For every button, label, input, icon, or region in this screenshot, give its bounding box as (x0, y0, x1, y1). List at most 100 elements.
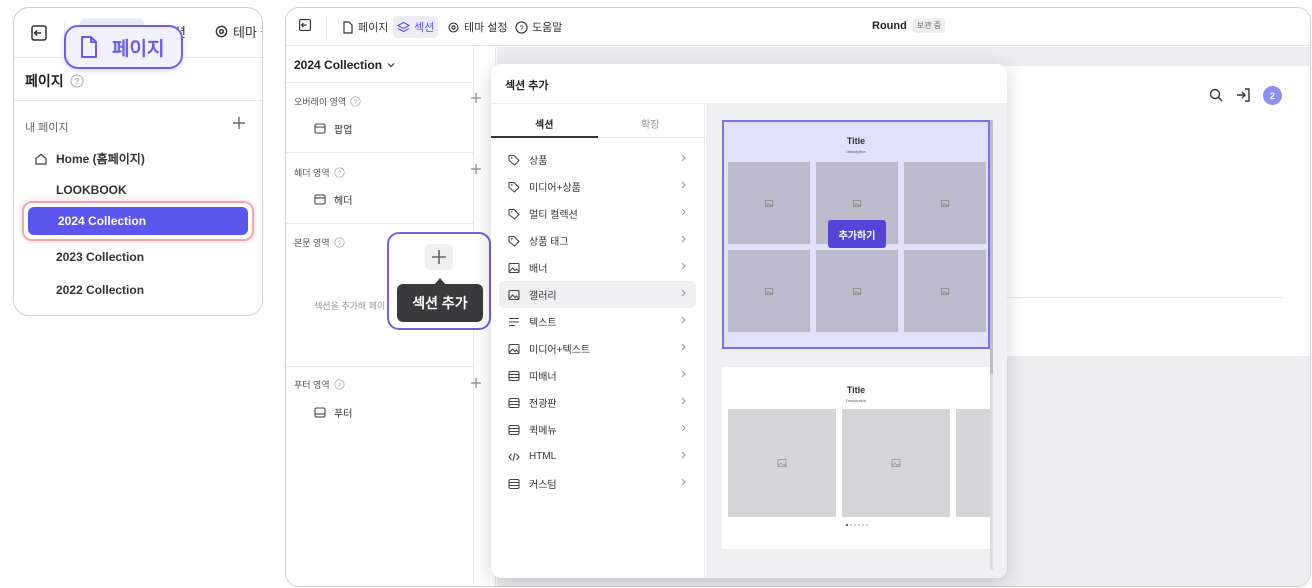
section-type-item[interactable]: 갤러리 (499, 281, 696, 308)
section-type-label: 커스텀 (529, 480, 557, 491)
section-item-header[interactable]: 헤더 (314, 192, 352, 207)
section-item-footer[interactable]: 푸터 (314, 405, 352, 420)
active-tab-indicator (491, 136, 598, 138)
page-item-2023-collection[interactable]: 2023 Collection (56, 250, 144, 264)
image-icon (508, 262, 520, 274)
help-icon[interactable]: ? (350, 96, 361, 107)
layout-icon (508, 370, 520, 382)
collection-select[interactable]: 2024 Collection (294, 58, 395, 72)
exit-icon[interactable] (298, 18, 312, 32)
add-page-icon[interactable] (232, 116, 246, 130)
divider (1006, 297, 1283, 298)
image-icon (853, 287, 861, 295)
section-type-item[interactable]: 띠배너 (499, 362, 696, 389)
preview-title: Title (846, 136, 866, 146)
tab-section[interactable]: 섹션 (535, 116, 553, 131)
chevron-right-icon (681, 262, 686, 270)
help-icon[interactable]: ? (334, 379, 345, 390)
area-body-label: 본문 영역 ? (294, 236, 345, 249)
svg-text:?: ? (519, 23, 523, 32)
section-type-item[interactable]: 전광판 (499, 389, 696, 416)
tab-pages[interactable]: 페이지 (338, 16, 392, 38)
section-type-item[interactable]: 텍스트 (499, 308, 696, 335)
section-type-item[interactable]: HTML (499, 443, 696, 470)
chevron-right-icon (681, 208, 686, 216)
image-icon (765, 199, 773, 207)
login-icon[interactable] (1236, 88, 1251, 102)
section-type-label: 갤러리 (529, 291, 557, 302)
section-item-popup[interactable]: 팝업 (314, 121, 352, 136)
layout-icon (314, 407, 326, 418)
svg-text:?: ? (74, 77, 79, 86)
page-item-2022-collection[interactable]: 2022 Collection (56, 283, 144, 297)
search-icon[interactable] (1209, 88, 1223, 102)
text-icon (508, 316, 520, 328)
section-type-label: HTML (529, 451, 557, 462)
status-badge: 보관 중 (912, 18, 946, 33)
home-icon (34, 152, 48, 166)
section-type-label: 띠배너 (529, 372, 557, 383)
page-item-lookbook[interactable]: LOOKBOOK (56, 183, 127, 197)
page-title: 페이지 ? (25, 71, 84, 91)
modal-title: 섹션 추가 (505, 80, 549, 92)
image-placeholder (728, 409, 836, 517)
section-type-label: 미디어+상품 (529, 183, 581, 194)
tab-section[interactable]: 섹션 (393, 16, 439, 38)
add-footer-icon[interactable] (471, 378, 481, 388)
chevron-right-icon (681, 343, 686, 351)
tag-icon (508, 208, 520, 220)
section-type-item[interactable]: 미디어+상품 (499, 173, 696, 200)
divider (326, 16, 327, 38)
plus-icon (431, 249, 447, 265)
add-overlay-icon[interactable] (471, 93, 481, 103)
exit-icon[interactable] (30, 24, 48, 42)
help-icon[interactable]: ? (334, 237, 345, 248)
gallery-preview-card-1[interactable]: Title Description 추가하기 (722, 120, 990, 349)
page-item-2024-collection[interactable]: 2024 Collection (22, 201, 254, 241)
tab-theme-settings[interactable]: 테마 설정 (443, 16, 512, 38)
svg-text:?: ? (337, 382, 341, 389)
page-item-home[interactable]: Home (홈페이지) (34, 150, 145, 167)
section-type-item[interactable]: 배너 (499, 254, 696, 281)
document-title: Round 보관 중 (872, 18, 946, 33)
section-type-label: 전광판 (529, 399, 557, 410)
chevron-down-icon (387, 62, 395, 68)
chevron-right-icon (681, 397, 686, 405)
divider (286, 82, 474, 83)
chevron-right-icon (681, 235, 686, 243)
section-type-item[interactable]: 퀵메뉴 (499, 416, 696, 443)
help-icon[interactable]: ? (70, 74, 84, 88)
chevron-right-icon (681, 451, 686, 459)
image-icon (777, 459, 787, 467)
section-type-item[interactable]: 커스텀 (499, 470, 696, 497)
add-section-callout[interactable]: 섹션 추가 (387, 232, 491, 330)
section-type-item[interactable]: 상품 태그 (499, 227, 696, 254)
cart-count-badge[interactable]: 2 (1263, 86, 1282, 105)
add-section-button[interactable] (425, 244, 453, 270)
image-icon (508, 289, 520, 301)
help-icon: ? (515, 20, 528, 34)
section-type-item[interactable]: 상품 (499, 146, 696, 173)
chevron-right-icon (681, 478, 686, 486)
add-header-icon[interactable] (471, 164, 481, 174)
section-type-item[interactable]: 미디어+텍스트 (499, 335, 696, 362)
layout-icon (314, 194, 326, 205)
section-type-item[interactable]: 멀티 컬렉션 (499, 200, 696, 227)
gear-icon (214, 24, 229, 39)
gallery-preview-card-2[interactable]: Title Description (722, 367, 990, 549)
scrollbar[interactable] (990, 120, 993, 374)
code-icon (508, 451, 520, 463)
tag-icon (508, 154, 520, 166)
divider (286, 152, 474, 153)
add-section-confirm-button[interactable]: 추가하기 (828, 220, 886, 248)
tab-help[interactable]: ? 도움말 (511, 16, 566, 38)
image-placeholder (842, 409, 950, 517)
svg-text:?: ? (337, 240, 341, 247)
chevron-right-icon (681, 154, 686, 162)
tab-extension[interactable]: 확장 (641, 116, 659, 131)
zoom-tab-theme[interactable]: 테마 설 (214, 22, 262, 41)
help-icon[interactable]: ? (334, 167, 345, 178)
divider (286, 366, 474, 367)
pages-tab-callout[interactable]: 페이지 (64, 25, 183, 69)
layers-icon (397, 21, 410, 34)
